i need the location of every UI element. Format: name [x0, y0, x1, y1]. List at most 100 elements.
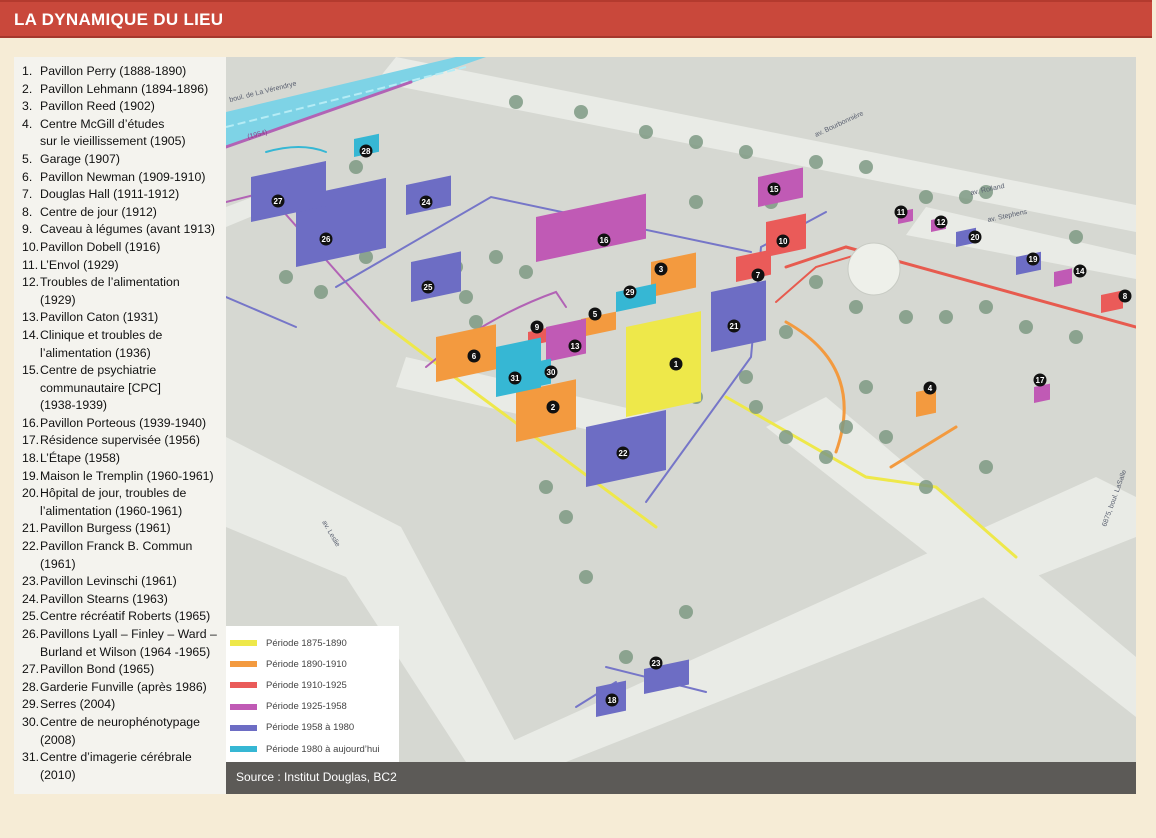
building-marker-number: 25	[424, 283, 433, 292]
building-number: 9.	[22, 222, 33, 237]
building-list-item: 16. Pavillon Porteous (1939-1940)	[22, 415, 226, 433]
building-marker-number: 10	[779, 237, 788, 246]
building-list-item: 30. Centre de neurophénotypage (2008)	[22, 714, 226, 749]
sports-field	[847, 242, 901, 296]
building-6: 6	[436, 324, 496, 383]
building-17: 17	[1033, 373, 1050, 404]
building-list-item: 11. L’Envol (1929)	[22, 257, 226, 275]
building-number: 5.	[22, 151, 33, 166]
building-number: 7.	[22, 187, 33, 202]
building-number: 27.	[22, 662, 40, 677]
period-key-item: Période 1958 à 1980	[230, 721, 354, 735]
tree	[779, 325, 793, 339]
building-marker-number: 28	[362, 147, 371, 156]
building-shape	[406, 175, 451, 216]
building-number: 15.	[22, 363, 40, 378]
building-list-item: 26. Pavillons Lyall – Finley – Ward – Bur…	[22, 626, 226, 661]
building-7: 7	[736, 249, 771, 283]
building-number: 11.	[22, 257, 39, 272]
building-list-item: 22. Pavillon Franck B. Commun (1961)	[22, 538, 226, 573]
building-marker-number: 15	[770, 185, 779, 194]
period-label: Période 1958 à 1980	[266, 722, 355, 734]
tree	[679, 605, 693, 619]
building-14: 14	[1054, 264, 1087, 288]
period-label: Période 1910-1925	[266, 679, 347, 691]
building-marker-number: 24	[422, 198, 431, 207]
tree	[349, 160, 363, 174]
building-list-item: 6. Pavillon Newman (1909-1910)	[22, 169, 226, 187]
tree	[1069, 230, 1083, 244]
building-shape	[436, 324, 496, 383]
period-swatch	[230, 661, 257, 668]
building-13: 13	[546, 318, 586, 363]
building-list-item: 23. Pavillon Levinschi (1961)	[22, 573, 226, 591]
source-text: Source : Institut Douglas, BC2	[236, 770, 397, 784]
building-number: 18.	[22, 451, 40, 466]
building-marker-number: 4	[928, 384, 933, 393]
building-label: Pavillon Porteous (1939-1940)	[40, 415, 207, 430]
building-number: 17.	[22, 433, 40, 448]
building-label: Serres (2004)	[40, 697, 116, 712]
tree	[619, 650, 633, 664]
building-3: 3	[651, 252, 696, 298]
building-marker-number: 11	[897, 208, 906, 217]
building-label: Pavillon Reed (1902)	[40, 99, 155, 114]
building-list-item: 9. Caveau à légumes (avant 1913)	[22, 221, 226, 239]
building-list-item: 17. Résidence supervisée (1956)	[22, 432, 226, 450]
building-list-item: 19. Maison le Tremplin (1960-1961)	[22, 468, 226, 486]
building-15: 15	[758, 167, 803, 208]
street-bourbonniere: av. Bourbonnière	[814, 110, 865, 139]
building-label: Pavillon Bond (1965)	[40, 662, 155, 677]
period-key-item: Période 1980 à aujourd’hui	[230, 742, 380, 756]
period-key: Période 1875-1890 Période 1890-1910 Périod…	[226, 626, 399, 762]
building-list-item: 13. Pavillon Caton (1931)	[22, 309, 226, 327]
street-stephens: av. Stephens	[987, 209, 1028, 224]
building-11: 11	[894, 205, 913, 225]
tree	[314, 285, 328, 299]
building-number: 10.	[22, 239, 40, 254]
building-18: 18	[596, 680, 626, 718]
tree	[839, 420, 853, 434]
page-title: LA DYNAMIQUE DU LIEU	[14, 10, 224, 29]
building-list-item: 18. L’Étape (1958)	[22, 450, 226, 468]
tree	[574, 105, 588, 119]
building-number: 3.	[22, 99, 33, 114]
building-list-item: 2. Pavillon Lehmann (1894-1896)	[22, 81, 226, 99]
tree	[559, 510, 573, 524]
building-marker-number: 21	[730, 322, 739, 331]
building-list-item: 7. Douglas Hall (1911-1912)	[22, 186, 226, 204]
period-key-item: Période 1925-1958	[230, 700, 347, 714]
building-label: Pavillon Newman (1909-1910)	[40, 169, 206, 184]
building-number: 8.	[22, 204, 33, 219]
building-marker-number: 6	[472, 352, 477, 361]
building-4: 4	[916, 381, 937, 418]
tree	[919, 480, 933, 494]
building-label: Pavillons Lyall – Finley – Ward – Burlan…	[40, 627, 217, 659]
building-list-item: 1. Pavillon Perry (1888-1890)	[22, 63, 226, 81]
building-number: 25.	[22, 609, 40, 624]
building-label: Pavillon Caton (1931)	[40, 310, 159, 325]
building-list-item: 20. Hôpital de jour, troubles de l’alimen…	[22, 485, 226, 520]
building-list-item: 10. Pavillon Dobell (1916)	[22, 239, 226, 257]
building-8: 8	[1101, 289, 1132, 314]
building-shape	[651, 252, 696, 298]
building-label: Centre de neurophénotypage (2008)	[40, 714, 200, 747]
building-list-item: 24. Pavillon Stearns (1963)	[22, 591, 226, 609]
building-shape	[758, 167, 803, 208]
building-marker-number: 31	[511, 374, 520, 383]
building-label: Pavillon Dobell (1916)	[40, 239, 161, 254]
building-label: Centre de psychiatrie communautaire [CPC…	[40, 363, 161, 413]
building-marker-number: 14	[1076, 267, 1085, 276]
building-shape	[536, 193, 646, 263]
building-list-item: 3. Pavillon Reed (1902)	[22, 98, 226, 116]
period-key-item: Période 1910-1925	[230, 678, 347, 692]
building-label: Centre de jour (1912)	[40, 204, 157, 219]
building-shape	[1034, 383, 1050, 404]
tree	[779, 430, 793, 444]
building-number: 1.	[22, 64, 33, 78]
tree	[539, 480, 553, 494]
building-list-item: 8. Centre de jour (1912)	[22, 204, 226, 222]
period-swatch	[230, 746, 257, 752]
tree	[279, 270, 293, 284]
source-bar: Source : Institut Douglas, BC2	[226, 762, 1136, 794]
